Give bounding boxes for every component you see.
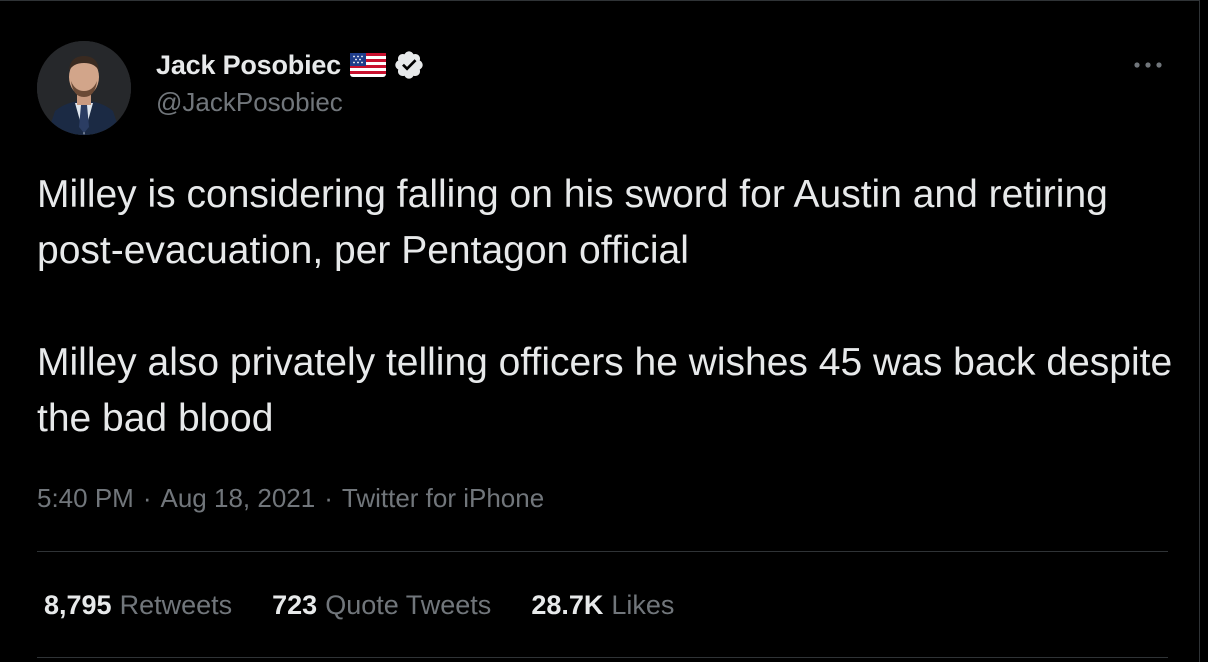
more-options-icon[interactable] [1130,53,1166,77]
likes-label: Likes [611,589,675,620]
likes-stat[interactable]: 28.7K Likes [531,590,674,621]
tweet-paragraph: Milley is considering falling on his swo… [37,173,1108,272]
meta-separator: · [142,482,152,513]
likes-count: 28.7K [531,589,604,620]
author-handle[interactable]: @JackPosobiec [156,87,343,118]
tweet-paragraph: Milley also privately telling officers h… [37,341,1173,440]
retweets-label: Retweets [119,589,233,620]
tweet-time[interactable]: 5:40 PM [37,483,134,514]
verified-badge-icon[interactable] [393,49,425,81]
retweets-stat[interactable]: 8,795 Retweets [44,590,232,621]
meta-separator: · [324,482,333,513]
tweet-card: Jack Posobiec @JackPosobiec Milley is co… [0,0,1200,662]
quote-tweets-stat[interactable]: 723 Quote Tweets [272,590,491,621]
tweet-date[interactable]: Aug 18, 2021 [161,483,316,514]
avatar[interactable] [37,41,131,135]
us-flag-icon [350,52,387,78]
divider [37,551,1168,552]
retweets-count: 8,795 [44,589,112,620]
quote-tweets-label: Quote Tweets [325,589,492,620]
quote-tweets-count: 723 [272,589,318,620]
tweet-meta: 5:40 PM · Aug 18, 2021 · Twitter for iPh… [37,480,544,516]
author-name-row: Jack Posobiec [156,47,425,83]
author-display-name[interactable]: Jack Posobiec [156,50,341,81]
tweet-source[interactable]: Twitter for iPhone [342,483,544,514]
divider [37,657,1168,658]
tweet-stats: 8,795 Retweets 723 Quote Tweets 28.7K Li… [44,586,714,624]
tweet-text: Milley is considering falling on his swo… [37,167,1177,447]
